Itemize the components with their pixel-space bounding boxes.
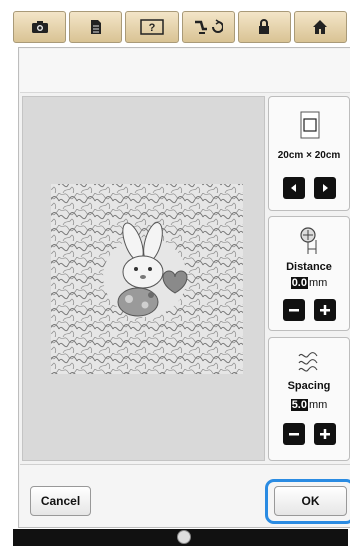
distance-icon — [300, 227, 317, 254]
lock-icon — [259, 19, 270, 34]
home-button[interactable] — [293, 11, 348, 43]
spacing-unit: mm — [308, 399, 328, 411]
plus-icon — [319, 429, 330, 439]
stipple-spacing-icon — [298, 352, 318, 372]
spacing-decrease-button[interactable] — [282, 423, 305, 445]
frame-size-icon — [300, 111, 320, 139]
home-icon — [313, 20, 328, 34]
spacing-panel: Spacing 5.0 mm — [268, 337, 350, 461]
cancel-button[interactable]: Cancel — [30, 486, 91, 516]
distance-value-row: 0.0 mm — [269, 277, 349, 289]
distance-panel: Distance 0.0 mm — [268, 216, 350, 331]
distance-value: 0.0 — [290, 277, 308, 289]
clock-icon — [177, 530, 191, 544]
size-dimensions: 20cm × 20cm — [277, 150, 341, 161]
lock-button[interactable] — [237, 11, 291, 43]
distance-decrease-button[interactable] — [282, 299, 305, 321]
stipple-settings-screen: 20cm × 20cm Distance 0.0 mm Spacing 5.0 … — [18, 47, 350, 528]
sub-header-bar — [20, 49, 350, 93]
status-footer — [13, 529, 348, 546]
minus-icon — [288, 433, 299, 436]
camera-button[interactable] — [13, 11, 67, 43]
camera-icon — [31, 21, 48, 33]
size-panel: 20cm × 20cm — [268, 96, 350, 211]
spacing-increase-button[interactable] — [313, 423, 336, 445]
size-next-button[interactable] — [313, 177, 336, 199]
distance-increase-button[interactable] — [313, 299, 336, 321]
plus-icon — [319, 305, 330, 315]
document-button[interactable] — [69, 11, 123, 43]
svg-text:?: ? — [149, 22, 156, 34]
document-icon — [90, 20, 101, 34]
pattern-preview — [22, 96, 265, 461]
spacing-value: 5.0 — [290, 399, 308, 411]
minus-icon — [288, 309, 299, 312]
spacing-value-row: 5.0 mm — [269, 399, 349, 411]
bottom-bar: Cancel OK — [20, 464, 350, 527]
triangle-left-icon — [290, 184, 296, 192]
top-toolbar: ? — [13, 11, 348, 43]
ok-button[interactable]: OK — [274, 486, 347, 516]
spacing-label: Spacing — [287, 380, 331, 392]
size-prev-button[interactable] — [282, 177, 305, 199]
distance-label: Distance — [286, 261, 332, 273]
triangle-right-icon — [322, 184, 328, 192]
help-icon: ? — [140, 19, 164, 35]
distance-unit: mm — [308, 277, 328, 289]
stitch-sequence-button[interactable] — [181, 11, 235, 43]
stipple-pattern-image — [51, 184, 243, 374]
help-button[interactable]: ? — [125, 11, 179, 43]
stitch-sequence-icon — [195, 19, 224, 34]
